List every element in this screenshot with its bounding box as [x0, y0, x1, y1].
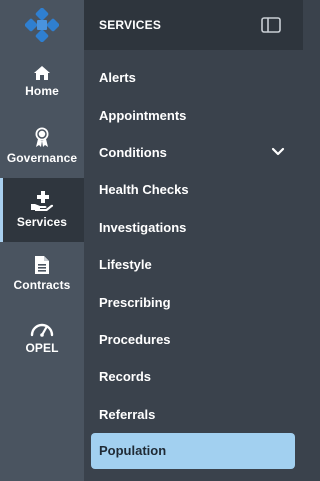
menu-item-label: Appointments — [99, 107, 187, 123]
hand-plus-icon — [31, 191, 54, 211]
menu-item-conditions[interactable]: Conditions — [84, 134, 303, 171]
panel-header: SERVICES — [84, 0, 303, 50]
sidebar-toggle-icon[interactable] — [261, 17, 281, 33]
document-icon — [35, 256, 49, 274]
menu-item-procedures[interactable]: Procedures — [84, 321, 303, 358]
menu-item-referrals[interactable]: Referrals — [84, 396, 303, 433]
rail-item-contracts[interactable]: Contracts — [0, 242, 84, 306]
menu-item-health-checks[interactable]: Health Checks — [84, 171, 303, 208]
rail-item-label: Governance — [6, 151, 78, 165]
rail-item-governance[interactable]: Governance — [0, 114, 84, 178]
menu-item-prescribing[interactable]: Prescribing — [84, 283, 303, 320]
rail-item-label: Services — [16, 215, 68, 229]
rail-item-services[interactable]: Services — [0, 178, 84, 242]
menu-item-population[interactable]: Population — [91, 432, 295, 469]
left-rail: Home Governance Services Contracts OPEL — [0, 0, 84, 481]
menu-item-label: Alerts — [99, 70, 136, 86]
menu-item-label: Referrals — [99, 406, 156, 422]
rail-item-label: Home — [25, 84, 59, 98]
gauge-icon — [30, 323, 54, 337]
menu-item-label: Conditions — [99, 144, 167, 160]
menu-item-label: Population — [99, 443, 167, 459]
menu-item-label: Lifestyle — [99, 257, 152, 273]
rail-item-label: Contracts — [13, 278, 71, 292]
rail-item-opel[interactable]: OPEL — [0, 306, 84, 370]
menu-item-investigations[interactable]: Investigations — [84, 209, 303, 246]
blue-cross-logo — [25, 8, 59, 42]
menu-item-appointments[interactable]: Appointments — [84, 96, 303, 133]
menu-item-alerts[interactable]: Alerts — [84, 59, 303, 96]
app-logo[interactable] — [0, 0, 84, 50]
menu-item-lifestyle[interactable]: Lifestyle — [84, 246, 303, 283]
home-icon — [34, 66, 50, 80]
award-ribbon-icon — [35, 127, 49, 147]
menu-item-label: Procedures — [99, 331, 171, 347]
services-menu: Alerts Appointments Conditions Health Ch… — [84, 50, 303, 469]
services-panel: SERVICES Alerts Appointments Conditions … — [84, 0, 303, 481]
rail-item-home[interactable]: Home — [0, 50, 84, 114]
menu-item-records[interactable]: Records — [84, 358, 303, 395]
panel-title: SERVICES — [99, 18, 162, 32]
menu-item-label: Prescribing — [99, 294, 171, 310]
rail-item-label: OPEL — [25, 341, 59, 355]
menu-item-label: Records — [99, 369, 152, 385]
menu-item-label: Investigations — [99, 219, 187, 235]
chevron-down-icon[interactable] — [271, 147, 285, 157]
menu-item-label: Health Checks — [99, 182, 189, 198]
